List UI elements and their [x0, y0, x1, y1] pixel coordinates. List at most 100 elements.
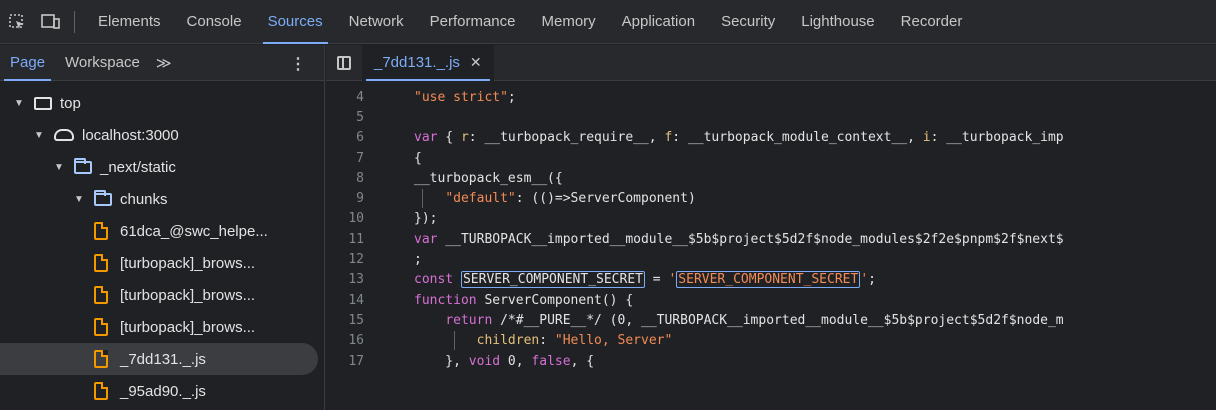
tree-item-label: 61dca_@swc_helpe... [120, 222, 268, 240]
tab-console[interactable]: Console [174, 0, 255, 44]
code-line[interactable]: 6 var { r: __turbopack_require__, f: __tu… [326, 128, 1216, 148]
tab-elements[interactable]: Elements [85, 0, 174, 44]
code-text: ; [414, 252, 422, 268]
code-line[interactable]: 7{ [326, 148, 1216, 168]
code-text: function ServerComponent() { [414, 292, 634, 308]
code-text: children: "Hello, Server" [378, 331, 672, 351]
folder-icon [74, 157, 92, 174]
tab-recorder[interactable]: Recorder [888, 0, 976, 44]
expand-arrow-icon[interactable]: ▼ [54, 162, 68, 173]
tree-item[interactable]: 61dca_@swc_helpe... [0, 215, 324, 247]
code-line[interactable]: 4 "use strict"; [326, 87, 1216, 107]
tree-item-label: localhost:3000 [82, 126, 179, 144]
toggle-navigator-icon[interactable] [326, 45, 362, 81]
file-icon [94, 350, 108, 368]
line-number[interactable]: 4 [326, 90, 378, 105]
indent-guide [422, 189, 423, 209]
tree-item[interactable]: ▼ top [0, 87, 324, 119]
code-text: return /*#__PURE__*/ (0, __TURBOPACK__im… [445, 312, 1064, 328]
tab-memory[interactable]: Memory [529, 0, 609, 44]
tree-item-label: _next/static [100, 158, 176, 176]
tree-item[interactable]: ▼ _next/static [0, 151, 324, 183]
tab-page[interactable]: Page [0, 45, 55, 81]
indent-guide [454, 331, 455, 351]
code-text: "default": (()=>ServerComponent) [378, 189, 696, 209]
sources-navigator: Page Workspace ≫ ⋮ ▼ top ▼ localhost:3000 ▼ _… [0, 45, 325, 410]
tree-item-label: chunks [120, 190, 168, 208]
tab-application[interactable]: Application [609, 0, 708, 44]
tree-item[interactable]: ▼ localhost:3000 [0, 119, 324, 151]
close-icon[interactable]: ✕ [470, 54, 482, 71]
code-text: var { r: __turbopack_require__, f: __tur… [414, 130, 1064, 146]
code-text: { [414, 150, 422, 166]
file-icon [94, 286, 108, 304]
inspect-element-icon[interactable] [0, 0, 34, 44]
code-line[interactable]: 14 function ServerComponent() { [326, 290, 1216, 310]
tree-item-label: _95ad90._.js [120, 382, 206, 400]
code-line[interactable]: 15 return /*#__PURE__*/ (0, __TURBOPACK_… [326, 310, 1216, 330]
more-tabs-icon[interactable]: ≫ [150, 54, 178, 72]
code-text: }); [414, 211, 438, 227]
cloud-icon [54, 129, 74, 141]
line-number[interactable]: 14 [326, 293, 378, 308]
tree-item[interactable]: [turbopack]_brows... [0, 311, 324, 343]
expand-arrow-icon[interactable]: ▼ [74, 194, 88, 205]
tab-security[interactable]: Security [708, 0, 788, 44]
file-tree: ▼ top ▼ localhost:3000 ▼ _next/static ▼ chunks 6… [0, 81, 324, 407]
tree-item-label: [turbopack]_brows... [120, 286, 256, 304]
code-lines[interactable]: 4 "use strict"; 5 6 var { r: __turbopack_req… [326, 81, 1216, 371]
line-number[interactable]: 11 [326, 232, 378, 247]
tree-item[interactable]: _7dd131._.js [0, 343, 318, 375]
file-icon [94, 318, 108, 336]
expand-arrow-icon[interactable]: ▼ [14, 98, 28, 109]
line-number[interactable]: 12 [326, 252, 378, 267]
code-text: var __TURBOPACK__imported__module__$5b$p… [414, 231, 1064, 247]
line-number[interactable]: 10 [326, 211, 378, 226]
line-number[interactable]: 6 [326, 130, 378, 145]
device-toolbar-icon[interactable] [34, 0, 68, 44]
code-line[interactable]: 12; [326, 249, 1216, 269]
navigator-tabs: Page Workspace ≫ ⋮ [0, 45, 324, 81]
code-line[interactable]: 9 "default": (()=>ServerComponent) [326, 188, 1216, 209]
tree-item-label: top [60, 94, 81, 112]
tab-lighthouse[interactable]: Lighthouse [788, 0, 887, 44]
kebab-menu-icon[interactable]: ⋮ [290, 54, 306, 74]
line-number[interactable]: 13 [326, 272, 378, 287]
tree-item[interactable]: _95ad90._.js [0, 375, 324, 407]
code-line[interactable]: 13 const SERVER_COMPONENT_SECRET = ' SERVE… [326, 270, 1216, 290]
toolbar-divider [74, 10, 75, 33]
file-icon [94, 382, 108, 400]
line-number[interactable]: 9 [326, 191, 378, 206]
line-number[interactable]: 15 [326, 313, 378, 328]
code-line[interactable]: 17 }, void 0, false, { [326, 351, 1216, 371]
line-number[interactable]: 5 [326, 110, 378, 125]
code-line[interactable]: 16 children: "Hello, Server" [326, 331, 1216, 351]
tree-item[interactable]: [turbopack]_brows... [0, 247, 324, 279]
editor-tabs: _7dd131._.js ✕ [326, 45, 1216, 81]
frame-icon [34, 96, 52, 110]
line-number[interactable]: 17 [326, 354, 378, 369]
line-number[interactable]: 16 [326, 333, 378, 348]
line-number[interactable]: 8 [326, 171, 378, 186]
tab-sources[interactable]: Sources [255, 0, 336, 44]
tree-item-label: [turbopack]_brows... [120, 318, 256, 336]
tab-performance[interactable]: Performance [417, 0, 529, 44]
code-text: "use strict"; [414, 89, 516, 105]
tab-workspace[interactable]: Workspace [55, 45, 150, 81]
code-line[interactable]: 5 [326, 107, 1216, 127]
tree-item-label: [turbopack]_brows... [120, 254, 256, 272]
code-text: __turbopack_esm__({ [414, 170, 563, 186]
tree-item[interactable]: ▼ chunks [0, 183, 324, 215]
editor-file-tab[interactable]: _7dd131._.js ✕ [362, 45, 494, 81]
tree-item-label: _7dd131._.js [120, 350, 206, 368]
line-number[interactable]: 7 [326, 151, 378, 166]
expand-arrow-icon[interactable]: ▼ [34, 130, 48, 141]
code-text: }, void 0, false, { [414, 353, 595, 369]
tab-network[interactable]: Network [336, 0, 417, 44]
code-line[interactable]: 8 __turbopack_esm__({ [326, 168, 1216, 188]
tree-item[interactable]: [turbopack]_brows... [0, 279, 324, 311]
file-tab-label: _7dd131._.js [374, 54, 460, 71]
code-line[interactable]: 10}); [326, 209, 1216, 229]
code-line[interactable]: 11 var __TURBOPACK__imported__module__$5b… [326, 229, 1216, 249]
devtools-toolbar: Elements Console Sources Network Perform… [0, 0, 1216, 44]
